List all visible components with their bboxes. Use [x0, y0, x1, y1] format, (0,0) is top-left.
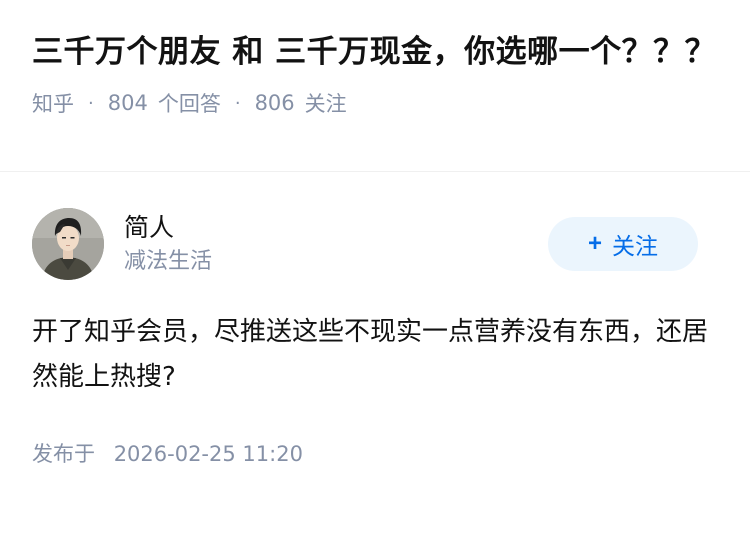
publish-label: 发布于 [32, 442, 95, 466]
meta-separator: · [234, 92, 241, 114]
follower-count-label: 关注 [304, 92, 347, 116]
follow-button-label: 关注 [612, 233, 658, 259]
answer-time: 发布于 2026-02-25 11:20 [32, 438, 718, 468]
author-info: 简人 减法生活 [124, 211, 548, 277]
avatar[interactable] [32, 208, 104, 280]
author-name[interactable]: 简人 [124, 211, 548, 245]
avatar-portrait-icon [32, 208, 104, 280]
answer-count-label: 个回答 [157, 92, 221, 116]
author-headline: 减法生活 [124, 249, 213, 274]
follow-button[interactable]: + 关注 [548, 217, 698, 271]
question-header: 三千万个朋友 和 三千万现金，你选哪一个？？？ 知乎 · 804 个回答 · 8… [0, 0, 750, 172]
source-label[interactable]: 知乎 [32, 88, 74, 118]
meta-separator: · [88, 92, 94, 114]
author-row: 简人 减法生活 + 关注 [32, 208, 718, 280]
answer-count: 804 [107, 91, 148, 115]
answer-content[interactable]: 开了知乎会员，尽推送这些不现实一点营养没有东西，还居然能上热搜? [32, 310, 718, 400]
plus-icon: + [587, 230, 602, 257]
follower-count: 806 [254, 91, 295, 115]
question-title[interactable]: 三千万个朋友 和 三千万现金，你选哪一个？？？ [32, 30, 718, 75]
question-meta: 知乎 · 804 个回答 · 806 关注 [32, 88, 718, 118]
answer-card: 简人 减法生活 + 关注 开了知乎会员，尽推送这些不现实一点营养没有东西，还居然… [0, 172, 750, 468]
publish-time: 2026-02-25 11:20 [113, 442, 303, 466]
